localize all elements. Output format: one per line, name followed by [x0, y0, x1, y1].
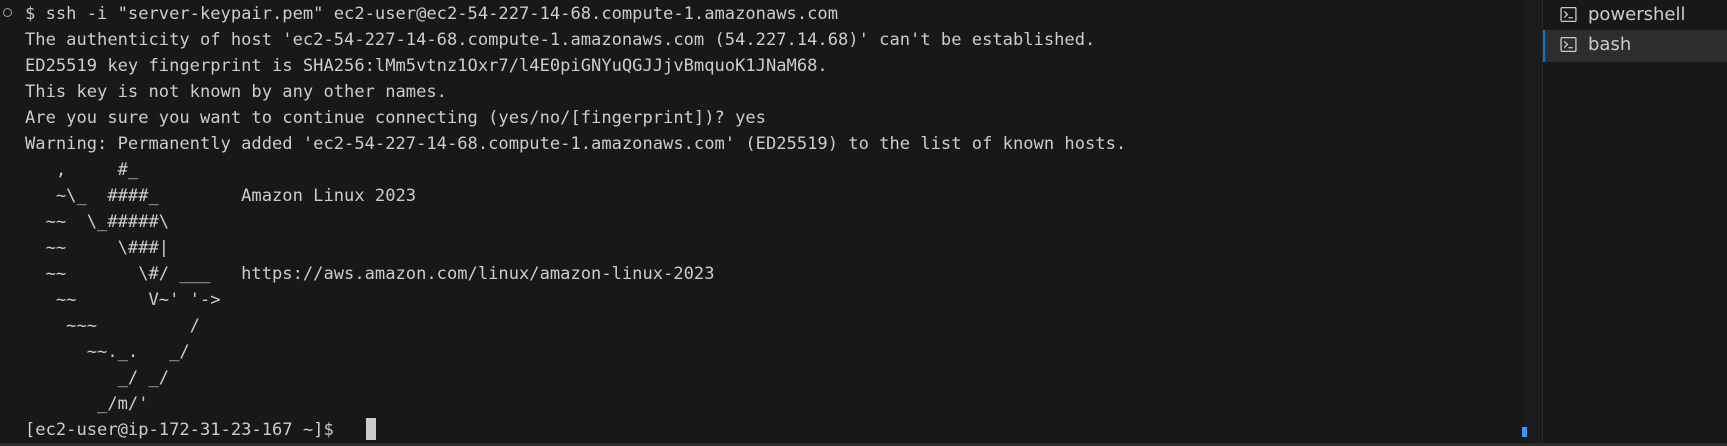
terminal-line: $ ssh -i "server-keypair.pem" ec2-user@e… — [25, 4, 839, 24]
terminal-icon — [1560, 6, 1577, 23]
terminal-output[interactable]: $ ssh -i "server-keypair.pem" ec2-user@e… — [0, 0, 1520, 446]
terminal-prompt: [ec2-user@ip-172-31-23-167 ~]$ — [25, 420, 345, 440]
terminal-icon — [1560, 36, 1577, 53]
command-decoration-icon[interactable] — [3, 8, 12, 17]
terminal-line: Are you sure you want to continue connec… — [25, 108, 766, 128]
terminal-cursor — [366, 418, 376, 440]
terminal-line: , #_ — [25, 160, 139, 180]
terminal-panel: $ ssh -i "server-keypair.pem" ec2-user@e… — [0, 0, 1727, 446]
terminal-line: ~~ \###| — [25, 238, 170, 258]
terminal-line: ~~ \_#####\ — [25, 212, 170, 232]
tab-label: bash — [1588, 34, 1632, 55]
terminal-scrollbar[interactable] — [1522, 0, 1542, 446]
terminal-line: ED25519 key fingerprint is SHA256:lMm5vt… — [25, 56, 828, 76]
tab-label: powershell — [1588, 4, 1686, 25]
terminal-line: ~~._. _/ — [25, 342, 190, 362]
terminal-line: ~~ V~' '-> — [25, 290, 221, 310]
terminal-line: The authenticity of host 'ec2-54-227-14-… — [25, 30, 1096, 50]
terminal-line: ~~~ / — [25, 316, 200, 336]
terminal-line: This key is not known by any other names… — [25, 82, 447, 102]
terminal-line: Warning: Permanently added 'ec2-54-227-1… — [25, 134, 1127, 154]
terminal-tab-powershell[interactable]: powershell — [1543, 0, 1727, 32]
terminal-line: _/m/' — [25, 394, 149, 414]
terminal-line: ~~ \#/ ___ https://aws.amazon.com/linux/… — [25, 264, 715, 284]
terminal-tab-list: powershell bash — [1543, 0, 1727, 446]
terminal-line: ~\_ ####_ Amazon Linux 2023 — [25, 186, 417, 206]
terminal-line: _/ _/ — [25, 368, 170, 388]
terminal-tab-bash[interactable]: bash — [1543, 30, 1727, 62]
scrollbar-marker — [1522, 427, 1527, 437]
